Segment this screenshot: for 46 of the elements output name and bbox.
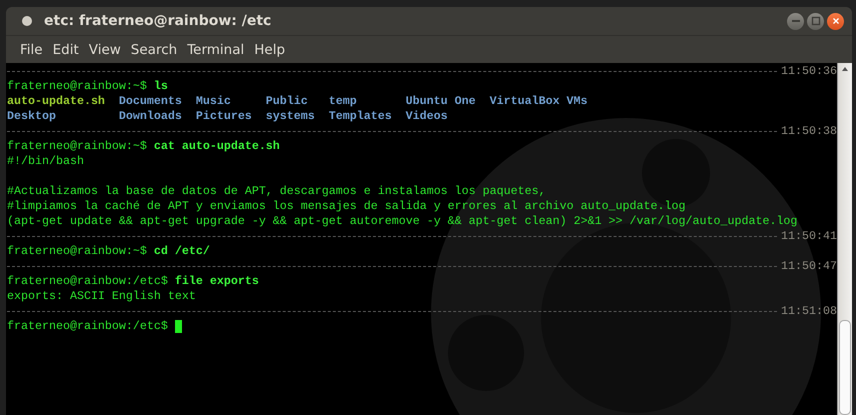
- shell-prompt: fraterneo@rainbow:/etc$: [7, 274, 168, 289]
- window-title: etc: fraterneo@rainbow: /etc: [44, 13, 272, 29]
- menu-item[interactable]: File: [15, 42, 48, 58]
- output-text: (apt-get update && apt-get upgrade -y && apt-get autoremove -y && apt-get clean) 2>&1 >> /var/log/auto_update.log: [7, 214, 798, 229]
- file-name: Downloads: [118, 109, 182, 124]
- file-name: temp: [328, 94, 357, 109]
- command-text: ls: [154, 79, 168, 94]
- menu-item[interactable]: Search: [126, 42, 182, 58]
- shell-prompt: fraterneo@rainbow:~$: [7, 139, 147, 154]
- file-name: systems: [266, 109, 315, 124]
- shell-prompt: fraterneo@rainbow:/etc$: [7, 319, 168, 334]
- minimize-button[interactable]: [787, 12, 804, 30]
- maximize-icon: [810, 16, 820, 26]
- timestamp: 11:50:41: [781, 229, 837, 244]
- timestamp: 11:51:08: [781, 304, 837, 319]
- output-text: #!/bin/bash: [7, 154, 84, 169]
- file-name: Templates: [328, 109, 392, 124]
- command-text: cd /etc/: [154, 244, 210, 259]
- output-text: #Actualizamos la base de datos de APT, descargamos e instalamos los paquetes,: [7, 184, 546, 199]
- shell-prompt: fraterneo@rainbow:~$: [7, 244, 147, 259]
- command-text: cat auto-update.sh: [154, 139, 280, 154]
- file-name: Videos: [406, 109, 448, 124]
- output-text: #limpiamos la caché de APT y enviamos los mensajes de salida y errores al archivo auto_update.log: [7, 199, 686, 214]
- file-name: Public: [266, 94, 308, 109]
- command-text: file exports: [174, 274, 259, 289]
- file-name: auto-update.sh: [7, 94, 105, 109]
- timestamp: 11:50:36: [781, 64, 837, 79]
- file-name: Documents: [118, 94, 182, 109]
- scrollbar[interactable]: [837, 63, 852, 415]
- file-name: Ubuntu One: [406, 94, 476, 109]
- close-icon: [830, 16, 840, 26]
- menu-item[interactable]: View: [84, 42, 126, 58]
- shell-prompt: fraterneo@rainbow:~$: [7, 79, 147, 94]
- timestamp: 11:50:47: [781, 259, 837, 274]
- file-name: Pictures: [196, 109, 252, 124]
- file-name: Music: [196, 94, 231, 109]
- menu-item[interactable]: Terminal: [182, 42, 250, 58]
- file-name: Desktop: [7, 109, 56, 124]
- close-button[interactable]: [827, 12, 844, 30]
- scroll-thumb[interactable]: [839, 320, 851, 415]
- app-icon: [22, 16, 32, 26]
- timestamp: 11:50:38: [781, 124, 837, 139]
- file-name: VirtualBox VMs: [490, 94, 588, 109]
- menu-item[interactable]: Edit: [48, 42, 84, 58]
- output-text: exports: ASCII English text: [7, 289, 196, 304]
- menu-item[interactable]: Help: [249, 42, 290, 58]
